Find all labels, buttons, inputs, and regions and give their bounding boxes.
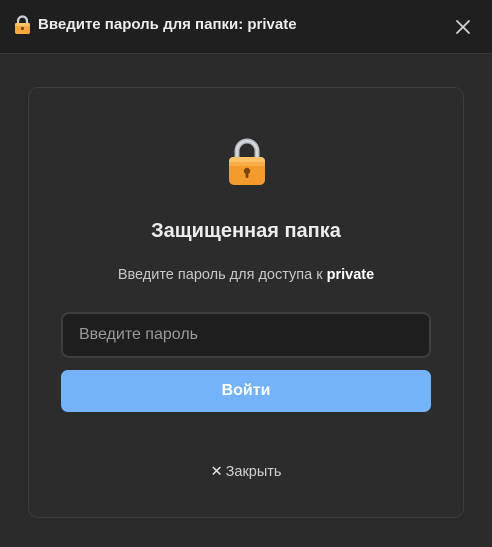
login-button[interactable]: Войти — [61, 370, 431, 412]
close-icon[interactable] — [450, 14, 476, 40]
card-subtitle: Введите пароль для доступа к private — [29, 267, 463, 283]
close-x-icon: ✕ — [210, 464, 223, 480]
password-input[interactable] — [61, 312, 431, 358]
window-title: Введите пароль для папки: private — [38, 16, 297, 33]
title-bar: Введите пароль для папки: private — [0, 0, 492, 54]
subtitle-text: Введите пароль для доступа к — [117, 267, 323, 283]
folder-name: private — [326, 267, 375, 283]
protected-folder-card: Защищенная папка Введите пароль для дост… — [28, 87, 464, 518]
close-link[interactable]: ✕ Закрыть — [29, 464, 463, 480]
password-dialog: Введите пароль для папки: private Защище… — [0, 0, 492, 547]
lock-icon — [229, 138, 265, 185]
lock-icon — [15, 15, 30, 34]
card-heading: Защищенная папка — [151, 220, 341, 242]
close-link-label: Закрыть — [225, 464, 282, 480]
